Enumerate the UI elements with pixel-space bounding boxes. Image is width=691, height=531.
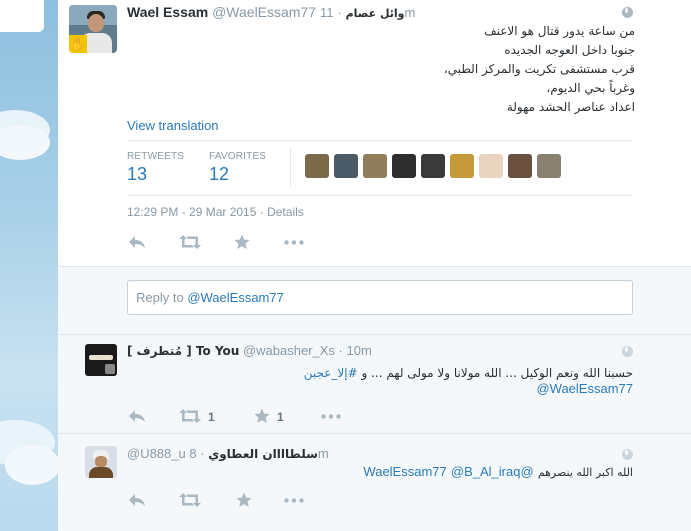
favoriter-avatar[interactable] bbox=[508, 154, 532, 178]
author-arabic-name: وائل عصام bbox=[345, 7, 405, 20]
tweet-timestamp: 12:29 PM - 29 Mar 2015 · Details bbox=[127, 205, 304, 219]
retweets-label[interactable]: RETWEETS bbox=[127, 151, 184, 162]
favoriter-avatar[interactable] bbox=[450, 154, 474, 178]
mention-link[interactable]: @WaelEssam77 bbox=[536, 381, 633, 396]
retweets-count[interactable]: 13 bbox=[127, 164, 147, 185]
tweet-line: اعداد عناصر الحشد مهولة bbox=[506, 100, 635, 114]
star-icon[interactable] bbox=[236, 492, 252, 508]
reply-composer-area: Reply to @WaelEssam77 bbox=[58, 266, 691, 334]
more-icon[interactable] bbox=[284, 240, 304, 245]
retweet-icon[interactable] bbox=[179, 493, 201, 507]
reply-icon[interactable] bbox=[128, 409, 146, 423]
hashtag-link[interactable]: #إلا_عجبن bbox=[304, 366, 358, 380]
favoriter-avatar[interactable] bbox=[421, 154, 445, 178]
favoriter-avatar[interactable] bbox=[479, 154, 503, 178]
divider bbox=[127, 140, 633, 141]
reply-time[interactable]: 10m bbox=[347, 343, 372, 358]
separator-dot: · bbox=[338, 343, 343, 358]
stat-separator bbox=[290, 148, 291, 186]
author-handle[interactable]: @WaelEssam77 bbox=[212, 4, 316, 20]
reply-mention: @WaelEssam77 bbox=[187, 290, 284, 305]
reply-body: حسبنا الله ونعم الوكيل ... الله مولانا و… bbox=[357, 366, 633, 380]
author-name[interactable]: [ مُتطرف ] To You bbox=[127, 344, 239, 358]
page-background bbox=[0, 0, 60, 531]
reply-tweet[interactable]: @U888_u سلطاااان العطاوي · 8m الله اكبر … bbox=[58, 433, 691, 531]
favoriter-avatar[interactable] bbox=[363, 154, 387, 178]
reply-author[interactable]: [ مُتطرف ] To You @wabasher_Xs · 10m bbox=[127, 343, 372, 358]
author-name[interactable]: سلطاااان العطاوي bbox=[208, 447, 318, 461]
globe-icon bbox=[622, 7, 633, 18]
author-name[interactable]: Wael Essam bbox=[127, 4, 208, 20]
tweet-detail-panel: ✋ Wael Essam @WaelEssam77 وائل عصام · 11… bbox=[58, 0, 691, 531]
tweet-text: من ساعة يدور قتال هو الاعنف جنوبا داخل ا… bbox=[215, 22, 635, 117]
view-translation-link[interactable]: View translation bbox=[127, 118, 219, 133]
cloud-decoration bbox=[5, 445, 60, 485]
tweet-line: جنوبا داخل العوجه الجديده bbox=[504, 43, 635, 57]
author-handle[interactable]: @wabasher_Xs bbox=[243, 343, 335, 358]
cloud-decoration bbox=[0, 125, 50, 160]
rabaa-hand-icon: ✋ bbox=[69, 35, 87, 53]
separator-dot: · bbox=[337, 5, 342, 20]
star-icon[interactable] bbox=[234, 234, 250, 250]
favoriter-avatar[interactable] bbox=[305, 154, 329, 178]
tweet-author[interactable]: Wael Essam @WaelEssam77 وائل عصام · 11m bbox=[127, 4, 415, 20]
retweet-icon[interactable] bbox=[179, 235, 201, 249]
globe-icon bbox=[622, 449, 633, 460]
reply-placeholder: Reply to bbox=[136, 290, 188, 305]
star-icon[interactable] bbox=[254, 408, 270, 424]
more-icon[interactable] bbox=[284, 498, 304, 503]
avatar[interactable] bbox=[85, 344, 117, 376]
reply-author[interactable]: @U888_u سلطاااان العطاوي · 8m bbox=[127, 446, 329, 461]
reply-tweet[interactable]: [ مُتطرف ] To You @wabasher_Xs · 10m حسب… bbox=[58, 334, 691, 433]
reply-icon[interactable] bbox=[128, 493, 146, 507]
reply-input[interactable]: Reply to @WaelEssam77 bbox=[127, 280, 633, 315]
retweet-icon[interactable] bbox=[179, 409, 201, 423]
main-tweet: ✋ Wael Essam @WaelEssam77 وائل عصام · 11… bbox=[58, 0, 691, 266]
separator-dot: · bbox=[200, 446, 205, 461]
globe-icon bbox=[622, 346, 633, 357]
timestamp-text[interactable]: 12:29 PM - 29 Mar 2015 bbox=[127, 205, 256, 219]
details-link[interactable]: Details bbox=[267, 205, 304, 219]
avatar[interactable]: ✋ bbox=[69, 5, 117, 53]
author-handle[interactable]: @U888_u bbox=[127, 446, 186, 461]
reply-body: الله اكبر الله ينصرهم bbox=[537, 466, 633, 479]
favorites-label[interactable]: FAVORITES bbox=[209, 151, 266, 162]
favoriter-avatar[interactable] bbox=[537, 154, 561, 178]
reply-icon[interactable] bbox=[128, 235, 146, 249]
retweet-count[interactable]: 1 bbox=[208, 410, 215, 424]
tweet-line: قرب مستشفى تكريت والمركز الطبي، bbox=[443, 62, 635, 76]
reply-text: الله اكبر الله ينصرهم @WaelEssam77 @B_Al… bbox=[363, 463, 633, 482]
tweet-line: وغرباً بحي الديوم، bbox=[546, 81, 635, 95]
reply-text: حسبنا الله ونعم الوكيل ... الله مولانا و… bbox=[304, 364, 633, 382]
tweet-line: من ساعة يدور قتال هو الاعنف bbox=[484, 24, 635, 38]
avatar[interactable] bbox=[85, 446, 117, 478]
favoriter-avatar[interactable] bbox=[392, 154, 416, 178]
favorites-count[interactable]: 12 bbox=[209, 164, 229, 185]
more-icon[interactable] bbox=[321, 414, 341, 419]
background-card bbox=[0, 0, 44, 32]
mention-link[interactable]: @B_Al_iraq bbox=[451, 464, 521, 479]
favorite-count[interactable]: 1 bbox=[277, 410, 284, 424]
favoriter-avatar[interactable] bbox=[334, 154, 358, 178]
divider bbox=[127, 195, 633, 196]
